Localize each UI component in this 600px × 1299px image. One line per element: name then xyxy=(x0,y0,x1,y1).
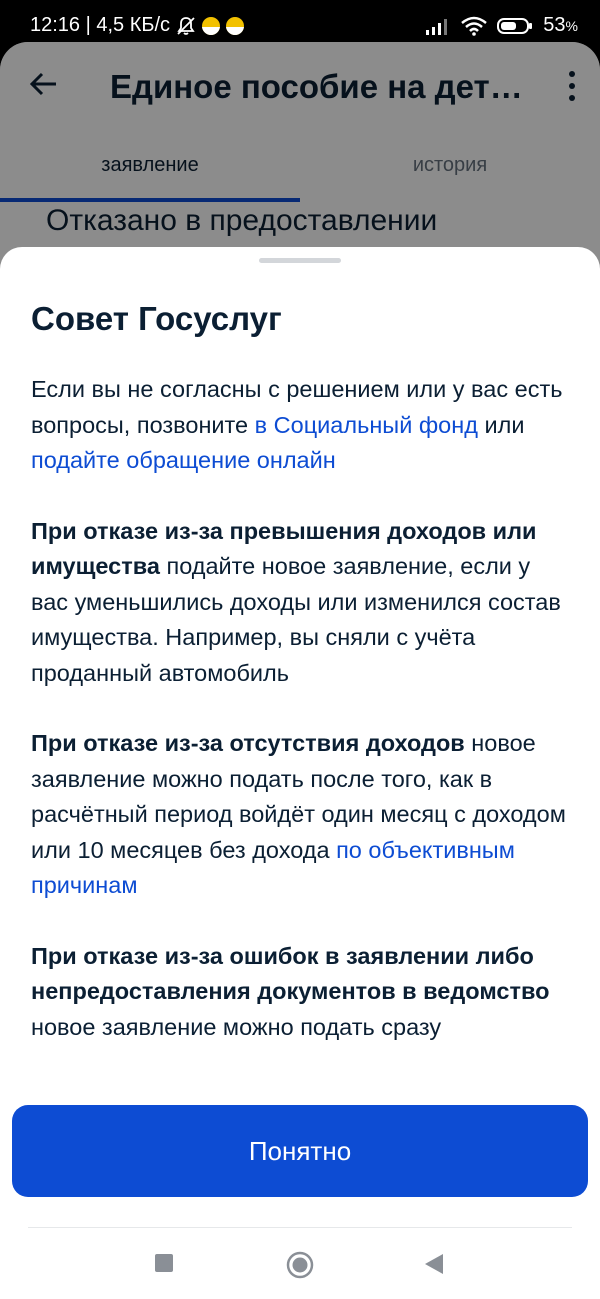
bell-off-icon xyxy=(177,16,195,35)
home-circle-icon[interactable] xyxy=(286,1251,314,1279)
wifi-icon xyxy=(461,16,488,36)
status-time: 12:16 | 4,5 КБ/с xyxy=(30,14,171,36)
advice-paragraph-1: Если вы не согласны с решением или у вас… xyxy=(31,376,563,473)
system-nav-bar xyxy=(0,1237,600,1299)
recents-square-icon[interactable] xyxy=(155,1254,173,1272)
advice-paragraph-2: При отказе из-за превышения доходов или … xyxy=(31,517,561,686)
advice-paragraph-4: При отказе из-за ошибок в заявлении либо… xyxy=(31,942,550,1040)
battery-level: 53% xyxy=(543,14,578,36)
signal-icon xyxy=(426,18,448,35)
status-right: 53% xyxy=(425,14,578,37)
back-triangle-icon[interactable] xyxy=(424,1253,444,1275)
online-appeal-link[interactable]: подайте обращение онлайн xyxy=(31,447,336,473)
drag-handle[interactable] xyxy=(259,258,341,263)
social-fund-link[interactable]: в Социальный фонд xyxy=(255,412,478,438)
bottom-sheet: Совет Госуслуг Если вы не согласны с реш… xyxy=(0,247,600,1299)
sheet-body: Если вы не согласны с решением или у вас… xyxy=(31,372,571,1080)
status-left: 12:16 | 4,5 КБ/с xyxy=(30,14,245,37)
sheet-title: Совет Госуслуг xyxy=(31,300,282,337)
app-icon xyxy=(226,16,245,35)
advice-paragraph-3: При отказе из-за отсутствия доходов ново… xyxy=(31,730,566,898)
divider xyxy=(28,1227,572,1228)
ok-button[interactable]: Понятно xyxy=(12,1105,588,1197)
battery-icon xyxy=(497,17,533,34)
app-icon xyxy=(202,16,221,35)
